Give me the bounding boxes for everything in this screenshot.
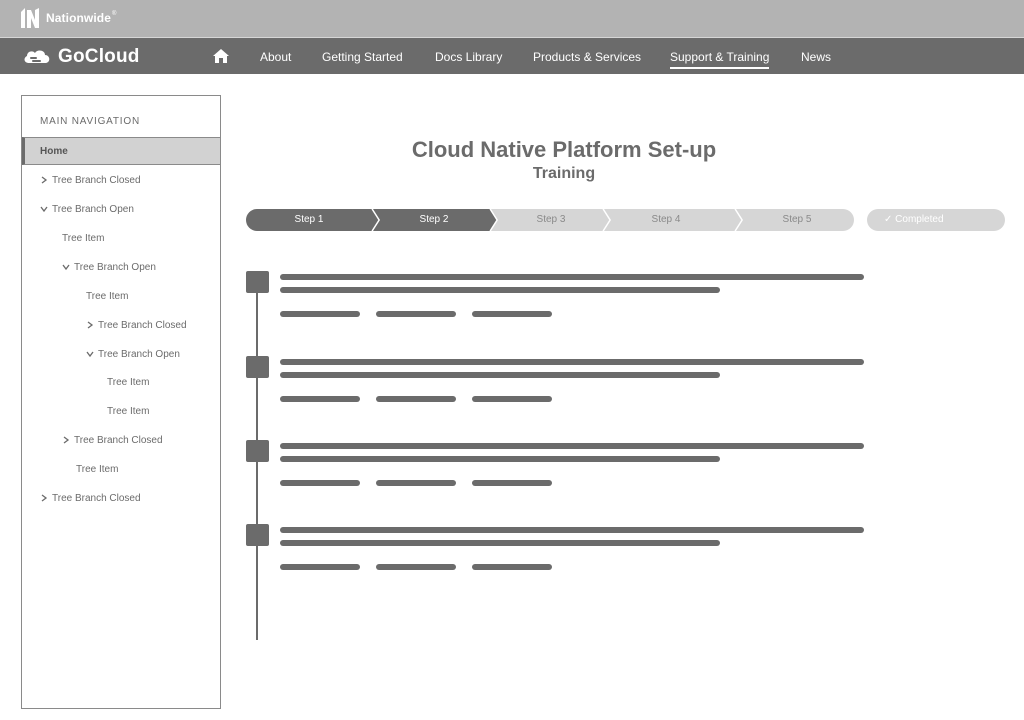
tree-node-label: Tree Branch Closed (52, 492, 141, 504)
gocloud-logo[interactable]: GoCloud (22, 43, 140, 71)
tree-node-label: Tree Branch Open (52, 203, 134, 215)
placeholder-text-line (280, 540, 720, 546)
nav-link-products-services[interactable]: Products & Services (533, 50, 641, 64)
placeholder-meta-line (280, 311, 360, 317)
placeholder-meta-line (472, 311, 552, 317)
chevron-right-icon (40, 494, 52, 502)
sidebar-item-home[interactable]: Home (22, 137, 220, 165)
tree-item[interactable]: Tree Item (107, 404, 149, 418)
placeholder-meta-line (280, 564, 360, 570)
completed-label: ✓ Completed (884, 214, 944, 225)
placeholder-text-line (280, 359, 864, 365)
step-5-label: Step 5 (782, 214, 812, 225)
placeholder-text-line (280, 372, 720, 378)
timeline-node[interactable] (246, 271, 269, 293)
nav-link-getting-started[interactable]: Getting Started (322, 50, 403, 64)
timeline-node[interactable] (246, 440, 269, 462)
main-navbar: GoCloud About Getting Started Docs Libra… (0, 37, 1024, 74)
placeholder-meta-line (280, 396, 360, 402)
sidebar-home-label: Home (40, 146, 68, 157)
chevron-down-icon (86, 350, 98, 358)
placeholder-text-line (280, 456, 720, 462)
chevron-down-icon (62, 263, 74, 271)
placeholder-meta-line (376, 564, 456, 570)
tree-node-label: Tree Item (62, 232, 105, 244)
page-subtitle: Training (532, 165, 596, 182)
nav-link-support-training[interactable]: Support & Training (670, 50, 770, 69)
placeholder-meta-line (472, 480, 552, 486)
page-title: Cloud Native Platform Set-up (411, 137, 717, 162)
step-4-label: Step 4 (651, 214, 681, 225)
tree-node-label: Tree Branch Open (74, 261, 156, 273)
step-1-label: Step 1 (294, 214, 324, 225)
chevron-right-icon (62, 436, 74, 444)
home-nav-button[interactable] (212, 48, 230, 64)
timeline-node[interactable] (246, 524, 269, 546)
sidebar-navigation: MAIN NAVIGATION Home Tree Branch Closed … (21, 95, 221, 709)
tree-branch-open[interactable]: Tree Branch Open (40, 202, 134, 216)
tree-item[interactable]: Tree Item (76, 462, 118, 476)
tree-node-label: Tree Branch Open (98, 348, 180, 360)
tree-item[interactable]: Tree Item (86, 289, 128, 303)
step-2-label: Step 2 (419, 214, 449, 225)
tree-item[interactable]: Tree Item (62, 231, 104, 245)
home-icon (213, 49, 229, 63)
placeholder-meta-line (376, 480, 456, 486)
tree-node-label: Tree Item (107, 405, 150, 417)
tree-node-label: Tree Branch Closed (74, 434, 163, 446)
tree-node-label: Tree Branch Closed (98, 319, 187, 331)
cloud-icon (24, 50, 50, 63)
placeholder-meta-line (280, 480, 360, 486)
brand-registered-mark: ® (112, 11, 117, 17)
placeholder-meta-line (472, 396, 552, 402)
nationwide-logo[interactable]: Nationwide ® (20, 5, 116, 31)
placeholder-meta-line (472, 564, 552, 570)
chevron-down-icon (40, 205, 52, 213)
brand-name: Nationwide (46, 11, 112, 25)
app-title: GoCloud (58, 46, 140, 67)
tree-branch-open[interactable]: Tree Branch Open (62, 260, 156, 274)
placeholder-text-line (280, 287, 720, 293)
placeholder-meta-line (376, 311, 456, 317)
tree-branch-closed[interactable]: Tree Branch Closed (62, 433, 163, 447)
placeholder-text-line (280, 274, 864, 280)
placeholder-text-line (280, 443, 864, 449)
step-3-label: Step 3 (536, 214, 566, 225)
tree-branch-closed[interactable]: Tree Branch Closed (40, 491, 141, 505)
chevron-right-icon (40, 176, 52, 184)
brand-bar: Nationwide ® (0, 0, 1024, 37)
placeholder-meta-line (376, 396, 456, 402)
tree-item[interactable]: Tree Item (107, 375, 149, 389)
completed-badge[interactable]: ✓ Completed (867, 209, 1005, 231)
tree-node-label: Tree Item (86, 290, 129, 302)
nav-link-news[interactable]: News (801, 50, 831, 64)
tree-node-label: Tree Item (76, 463, 119, 475)
chevron-right-icon (86, 321, 98, 329)
nav-link-docs-library[interactable]: Docs Library (435, 50, 502, 64)
tree-branch-closed[interactable]: Tree Branch Closed (40, 173, 141, 187)
sidebar-heading: MAIN NAVIGATION (40, 116, 140, 127)
progress-stepper: Step 1 Step 2 Step 3 Step 4 Step 5 (246, 209, 854, 231)
tree-branch-closed[interactable]: Tree Branch Closed (86, 318, 187, 332)
tree-branch-open[interactable]: Tree Branch Open (86, 347, 180, 361)
nav-link-about[interactable]: About (260, 50, 291, 64)
timeline-node[interactable] (246, 356, 269, 378)
nationwide-eagle-icon (21, 8, 39, 28)
tree-node-label: Tree Item (107, 376, 150, 388)
placeholder-text-line (280, 527, 864, 533)
tree-node-label: Tree Branch Closed (52, 174, 141, 186)
